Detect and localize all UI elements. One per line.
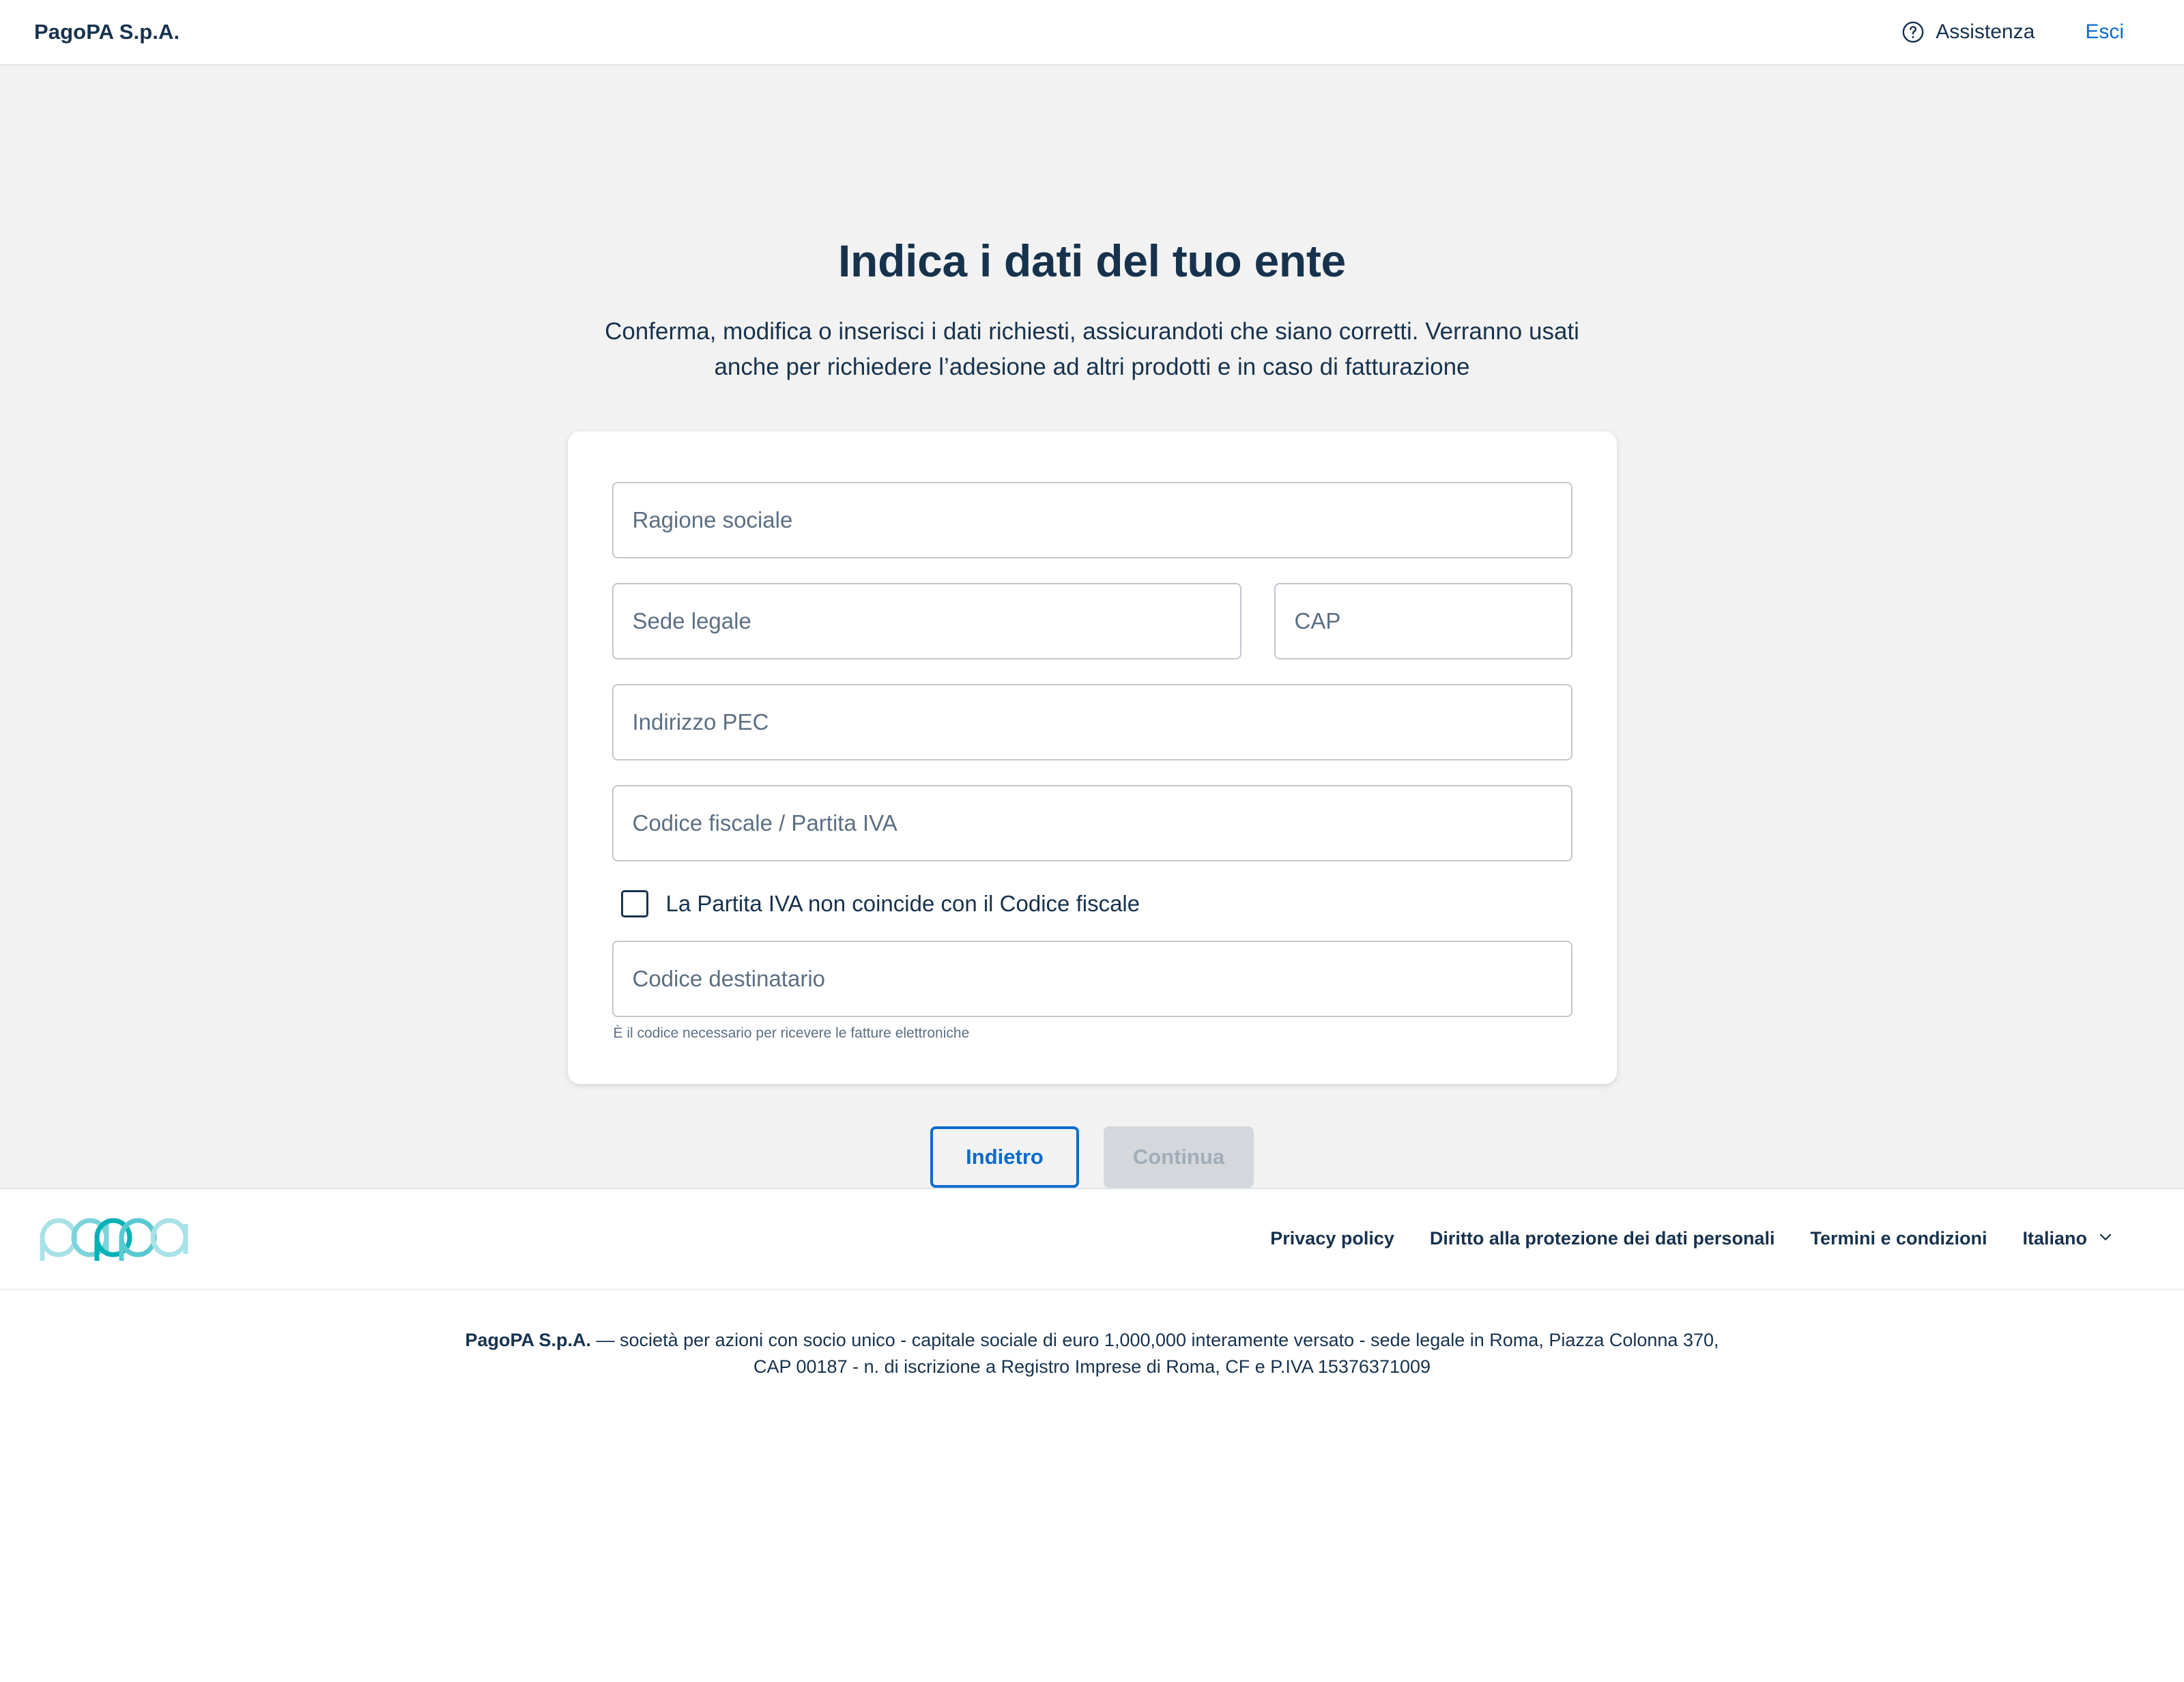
main-content: Indica i dati del tuo ente Conferma, mod…: [0, 66, 2184, 1188]
footer-link-terms[interactable]: Termini e condizioni: [1810, 1228, 1987, 1249]
page-title: Indica i dati del tuo ente: [838, 236, 1346, 286]
field-indirizzo-pec[interactable]: Indirizzo PEC: [612, 683, 1572, 760]
chevron-down-icon: [2097, 1228, 2114, 1249]
footer-links: Privacy policy Diritto alla protezione d…: [1270, 1228, 2150, 1249]
field-label-cap: CAP: [1294, 608, 1341, 633]
helper-text-codice-destinatario: È il codice necessario per ricevere le f…: [613, 1025, 970, 1041]
back-button[interactable]: Indietro: [930, 1126, 1079, 1188]
field-label-codice-fiscale-partita-iva: Codice fiscale / Partita IVA: [632, 810, 897, 836]
page-subtitle: Conferma, modifica o inserisci i dati ri…: [605, 317, 1579, 380]
language-label: Italiano: [2022, 1228, 2087, 1249]
field-codice-fiscale-partita-iva[interactable]: Codice fiscale / Partita IVA: [612, 784, 1572, 861]
field-label-sede-legale: Sede legale: [632, 608, 751, 633]
legal-line-1-rest: — società per azioni con socio unico - c…: [591, 1329, 1719, 1350]
language-selector[interactable]: Italiano: [2022, 1228, 2114, 1249]
assistance-label: Assistenza: [1936, 20, 2035, 43]
checkbox-partita-iva-diversa[interactable]: La Partita IVA non coincide con il Codic…: [612, 889, 1572, 917]
brand-title: PagoPA S.p.A.: [34, 20, 180, 44]
continue-button: Continua: [1104, 1126, 1254, 1188]
legal-line-1: PagoPA S.p.A. — società per azioni con s…: [465, 1327, 1719, 1354]
entity-data-card: Ragione sociale Sede legale CAP Indirizz…: [567, 431, 1617, 1084]
checkbox-label: La Partita IVA non coincide con il Codic…: [665, 890, 1140, 916]
footer-link-privacy-policy[interactable]: Privacy policy: [1270, 1228, 1394, 1249]
footer-top: Privacy policy Diritto alla protezione d…: [0, 1187, 2184, 1289]
footer-legal: PagoPA S.p.A. — società per azioni con s…: [0, 1288, 2184, 1682]
row-sede-cap: Sede legale CAP: [612, 582, 1572, 659]
field-codice-destinatario[interactable]: Codice destinatario: [612, 940, 1572, 1017]
top-header: PagoPA S.p.A. Assistenza Esci: [0, 0, 2184, 66]
pagopa-logo: [34, 1212, 197, 1266]
field-sede-legale[interactable]: Sede legale: [612, 582, 1241, 659]
field-ragione-sociale[interactable]: Ragione sociale: [612, 481, 1572, 558]
field-label-codice-destinatario: Codice destinatario: [632, 965, 826, 991]
checkbox-box-icon[interactable]: [620, 889, 648, 917]
legal-company-name: PagoPA S.p.A.: [465, 1329, 592, 1350]
form-actions: Indietro Continua: [930, 1126, 1254, 1188]
header-actions: Assistenza Esci: [1901, 20, 2150, 44]
help-circle-icon: [1901, 20, 1925, 44]
app-root: PagoPA S.p.A. Assistenza Esci Indica i d…: [0, 0, 2184, 1682]
assistance-button[interactable]: Assistenza: [1901, 20, 2035, 44]
footer-link-data-protection[interactable]: Diritto alla protezione dei dati persona…: [1430, 1228, 1775, 1249]
logout-link[interactable]: Esci: [2085, 20, 2124, 44]
legal-line-2: CAP 00187 - n. di iscrizione a Registro …: [753, 1356, 1431, 1378]
field-label-indirizzo-pec: Indirizzo PEC: [632, 709, 769, 735]
field-cap[interactable]: CAP: [1274, 582, 1572, 659]
field-label-ragione-sociale: Ragione sociale: [632, 507, 793, 532]
